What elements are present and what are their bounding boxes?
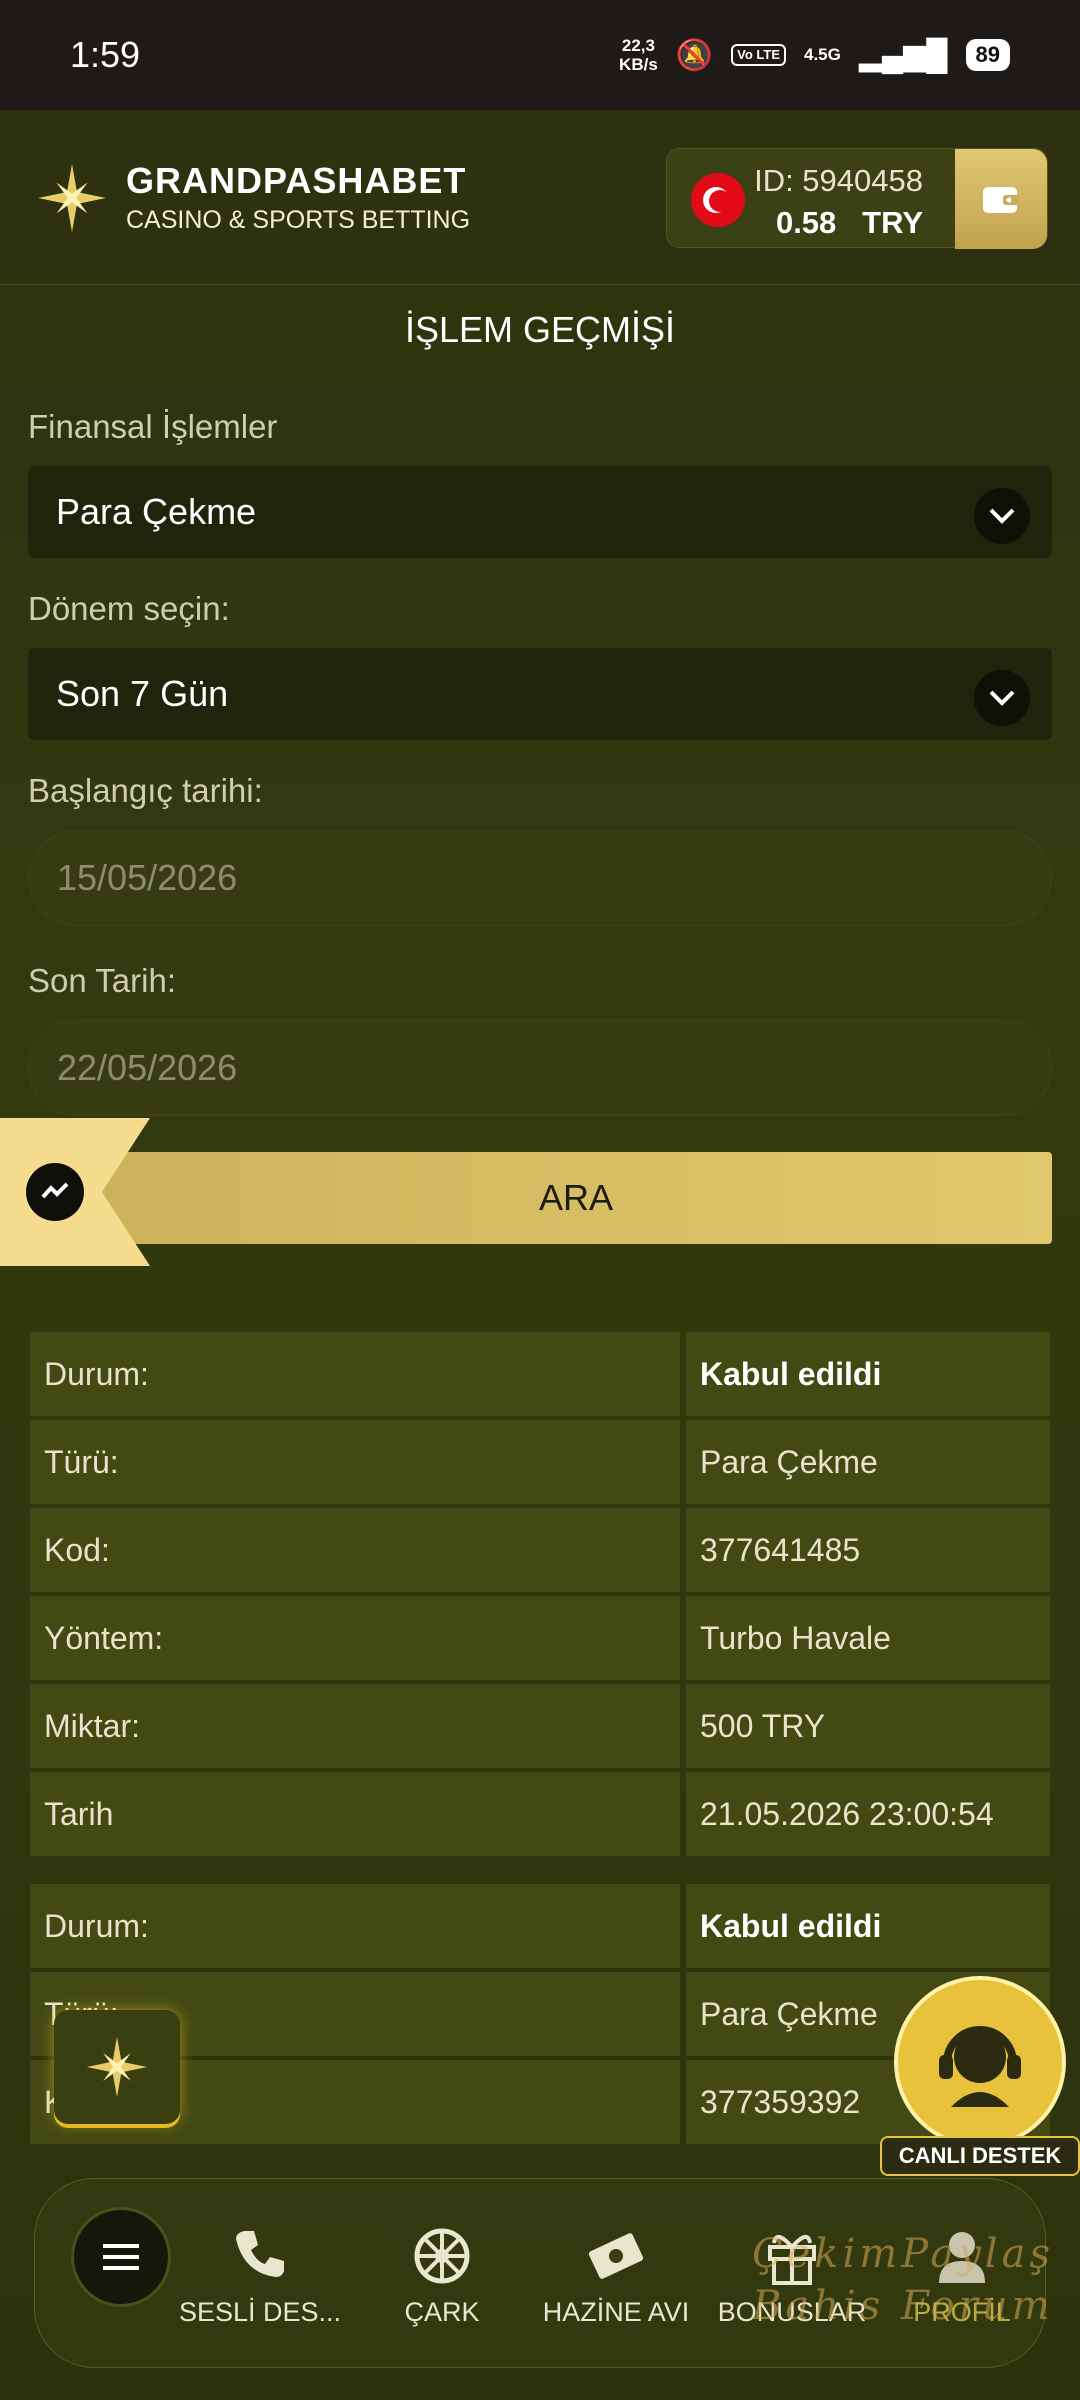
network-type: 4.5G	[804, 45, 841, 64]
brand-name: GRANDPASHABET	[126, 160, 467, 201]
star-icon	[86, 2036, 148, 2098]
brand-tagline: CASINO & SPORTS BETTING	[126, 206, 471, 234]
wallet-icon	[983, 187, 1019, 213]
wheel-icon	[357, 2215, 527, 2285]
brand-logo[interactable]: GRANDPASHABET CASINO & SPORTS BETTING	[36, 160, 470, 235]
mute-icon: 🔕	[675, 38, 714, 72]
row-label: Yöntem:	[30, 1596, 680, 1680]
row-label: Türü:	[30, 1420, 680, 1504]
account-panel[interactable]: ID: 5940458 0.58 TRY	[666, 148, 1048, 249]
menu-button[interactable]	[71, 2207, 171, 2307]
transaction-card: Durum: Kabul edildi Türü: Para Çekme Kod…	[30, 1332, 1050, 1860]
code-value: 377641485	[686, 1508, 1050, 1592]
messenger-icon[interactable]	[26, 1163, 84, 1221]
account-balance: 0.58 TRY	[775, 205, 923, 240]
date-value: 21.05.2026 23:00:54	[686, 1772, 1050, 1856]
table-row: Miktar: 500 TRY	[30, 1684, 1050, 1768]
row-label: Durum:	[30, 1332, 680, 1416]
status-icons: 22,3 KB/s 🔕 Vo LTE 4.5G ▂▄▆█ 89	[619, 36, 1010, 74]
status-value: Kabul edildi	[686, 1884, 1050, 1968]
chevron-down-icon	[974, 670, 1030, 726]
app-header: GRANDPASHABET CASINO & SPORTS BETTING ID…	[0, 110, 1080, 285]
account-id: ID: 5940458	[754, 163, 923, 198]
forum-watermark: ÇekimPaylaş Bahis Forum	[752, 2231, 1054, 2329]
turkey-flag-icon	[691, 173, 745, 227]
hamburger-icon	[103, 2244, 139, 2270]
table-row: Durum: Kabul edildi	[30, 1332, 1050, 1416]
signal-icon: ▂▄▆█	[858, 38, 948, 72]
period-select[interactable]: Son 7 Gün	[28, 648, 1052, 740]
row-label: Tarih	[30, 1772, 680, 1856]
star-logo-icon	[38, 163, 106, 232]
type-value: Para Çekme	[686, 1420, 1050, 1504]
nav-treasure-hunt[interactable]: HAZİNE AVI	[531, 2215, 701, 2328]
battery-level: 89	[965, 39, 1010, 71]
amount-value: 500 TRY	[686, 1684, 1050, 1768]
transaction-type-select[interactable]: Para Çekme	[28, 466, 1052, 558]
start-date-label: Başlangıç tarihi:	[28, 772, 263, 809]
page-title: İŞLEM GEÇMİŞİ	[0, 286, 1080, 374]
promo-star-button[interactable]	[54, 2010, 180, 2124]
clock: 1:59	[70, 34, 141, 75]
row-label: Miktar:	[30, 1684, 680, 1768]
method-value: Turbo Havale	[686, 1596, 1050, 1680]
period-label: Dönem seçin:	[28, 590, 230, 627]
phone-icon	[175, 2215, 345, 2285]
table-row: Tarih 21.05.2026 23:00:54	[30, 1772, 1050, 1856]
wallet-button[interactable]	[955, 149, 1047, 249]
status-bar: 1:59 22,3 KB/s 🔕 Vo LTE 4.5G ▂▄▆█ 89	[0, 0, 1080, 110]
live-support-button[interactable]: CANLI DESTEK	[880, 1976, 1080, 2176]
live-support-label: CANLI DESTEK	[880, 2136, 1080, 2176]
nav-voice-support[interactable]: SESLİ DES...	[175, 2215, 345, 2328]
search-button[interactable]: ARA	[100, 1152, 1052, 1244]
table-row: Durum: Kabul edildi	[30, 1884, 1050, 1968]
status-value: Kabul edildi	[686, 1332, 1050, 1416]
table-row: Yöntem: Turbo Havale	[30, 1596, 1050, 1680]
transaction-type-label: Finansal İşlemler	[28, 408, 278, 445]
money-icon	[531, 2215, 701, 2285]
row-label: Durum:	[30, 1884, 680, 1968]
end-date-input[interactable]: 22/05/2026	[28, 1020, 1052, 1116]
table-row: Kod: 377641485	[30, 1508, 1050, 1592]
row-label: Kod:	[30, 1508, 680, 1592]
table-row: Türü: Para Çekme	[30, 1420, 1050, 1504]
support-agent-icon	[894, 1976, 1066, 2148]
chevron-down-icon	[974, 488, 1030, 544]
nav-wheel[interactable]: ÇARK	[357, 2215, 527, 2328]
start-date-input[interactable]: 15/05/2026	[28, 830, 1052, 926]
end-date-label: Son Tarih:	[28, 962, 176, 999]
volte-icon: Vo LTE	[731, 44, 786, 66]
network-speed: 22,3 KB/s	[619, 36, 658, 74]
